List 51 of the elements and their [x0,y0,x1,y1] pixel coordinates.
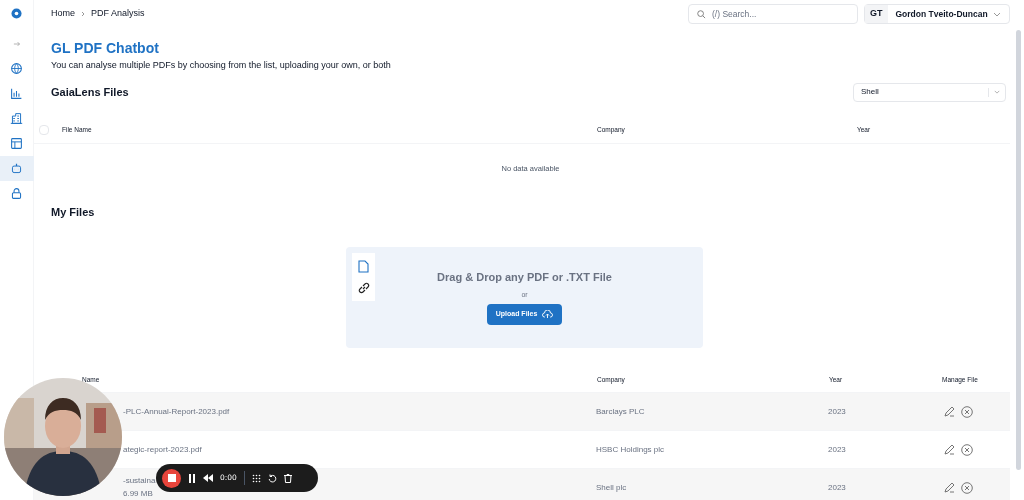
select-all-checkbox[interactable] [39,125,49,135]
document-icon[interactable] [358,260,369,274]
bar-chart-icon [10,87,23,100]
restart-icon[interactable] [267,473,277,483]
table-cell-text: Shell plc [596,481,628,494]
remove-icon[interactable] [961,443,973,456]
search-field[interactable]: (/) Search... [688,4,858,24]
remove-icon[interactable] [961,481,973,494]
chevron-down-icon [993,11,1001,17]
table-cell-text: 2023 [828,443,847,456]
page-title: GL PDF Chatbot [51,40,160,56]
rewind-icon[interactable] [203,474,213,482]
cloud-upload-icon [542,310,554,319]
lock-icon [10,187,23,200]
table-cell-text: HSBC Holdings plc [596,443,666,456]
breadcrumb-link[interactable]: Home [51,7,75,21]
globe-icon [10,62,23,75]
stop-button[interactable] [162,468,181,488]
robot-icon [10,162,23,175]
file-size: 6.99 MB [123,488,153,500]
link-icon[interactable] [357,281,370,294]
pause-icon[interactable] [188,473,196,483]
table-cell-text: Barclays PLC [596,405,646,418]
sidebar-item[interactable] [0,156,34,181]
edit-icon[interactable] [944,444,955,455]
trash-icon[interactable] [283,473,292,483]
user-name: Gordon Tveito-Duncan [895,7,988,21]
table-cell-text: 2023 [828,405,847,418]
file-name: -PLC-Annual-Report-2023.pdf [123,405,230,418]
file-name: ategic-report-2023.pdf [123,443,202,456]
remove-icon[interactable] [961,405,973,418]
user-initials: GT [865,5,888,23]
search-icon [697,9,706,19]
section-heading: GaiaLens Files [51,84,129,100]
page-subtitle: You can analyse multiple PDFs by choosing from the list, uploading your own, or both [51,59,392,72]
grid-icon[interactable] [251,473,261,483]
logo-icon[interactable] [11,8,22,19]
user-menu[interactable]: GT Gordon Tveito-Duncan [864,4,1010,24]
breadcrumb-link[interactable]: PDF Analysis [91,7,145,21]
dropzone-title: Drag & Drop any PDF or .TXT File [437,270,612,285]
edit-icon[interactable] [944,482,955,493]
layout-icon [10,137,23,150]
chevron-right-icon [81,11,85,17]
scrollbar[interactable] [1016,30,1021,470]
section-heading: My Files [51,204,96,220]
company-select[interactable]: Shell [853,82,1006,102]
chevron-down-icon [994,90,1000,94]
table-cell-text: 2023 [828,481,847,494]
file-name: -sustaina [123,475,156,487]
edit-icon[interactable] [944,406,955,417]
building-icon [10,112,23,125]
